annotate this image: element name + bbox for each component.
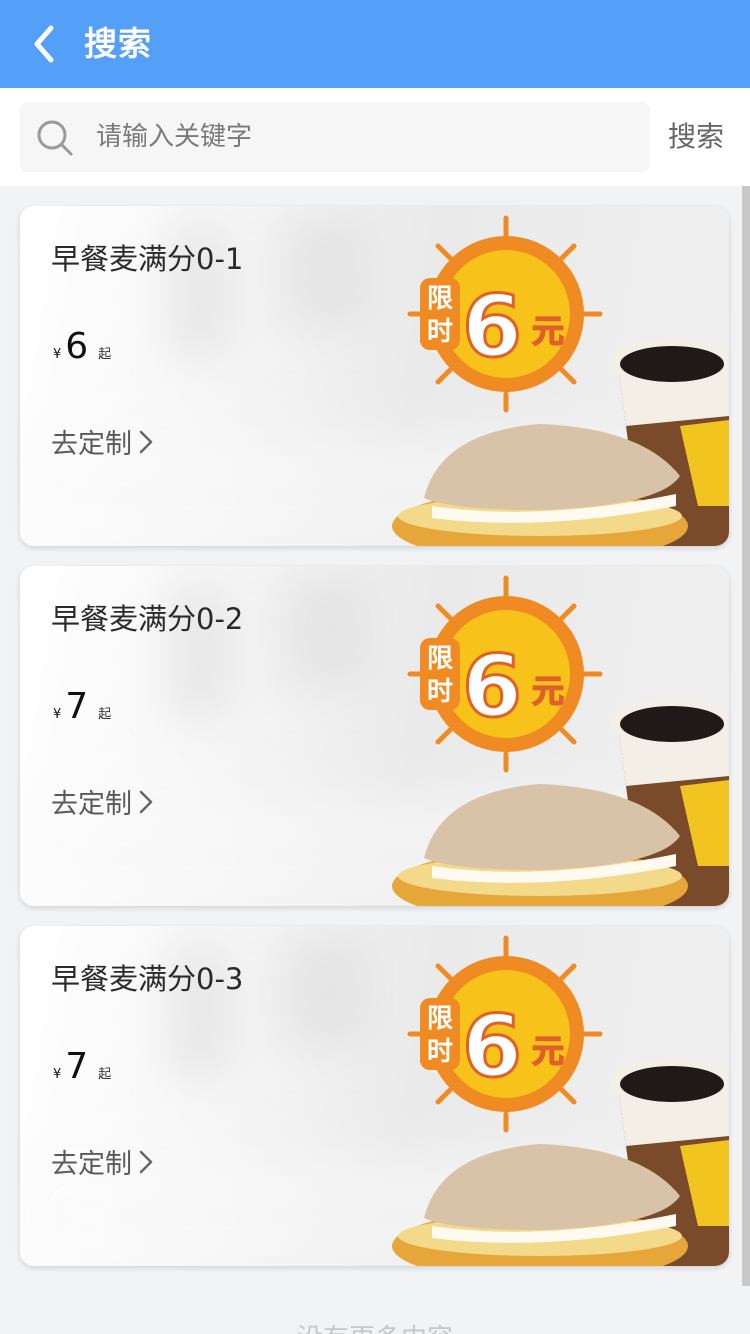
svg-text:元: 元 (532, 1032, 564, 1070)
price-suffix: 起 (98, 347, 112, 362)
search-input[interactable] (96, 102, 636, 172)
chevron-right-icon (139, 790, 153, 813)
search-page: 搜索 搜索 早餐麦满分0-1 ¥ (0, 0, 750, 1334)
back-button[interactable] (22, 22, 66, 66)
search-bar: 搜索 (0, 88, 750, 186)
product-price: ¥ 6 起 (53, 326, 111, 372)
chevron-left-icon (34, 25, 54, 63)
currency-symbol: ¥ (53, 1067, 62, 1082)
svg-text:限: 限 (427, 1004, 453, 1034)
product-price: ¥ 7 起 (53, 1046, 111, 1092)
search-button[interactable]: 搜索 (668, 112, 724, 162)
product-name: 早餐麦满分0-2 (51, 602, 244, 636)
svg-text:元: 元 (532, 672, 564, 710)
product-card[interactable]: 早餐麦满分0-1 ¥ 6 起 去定制 限 时 6 元 (20, 206, 729, 546)
svg-text:6: 6 (462, 277, 522, 377)
currency-symbol: ¥ (53, 707, 62, 722)
currency-symbol: ¥ (53, 347, 62, 362)
product-name: 早餐麦满分0-3 (51, 962, 244, 996)
customize-link[interactable]: 去定制 (51, 422, 154, 461)
svg-text:元: 元 (532, 312, 564, 350)
product-name: 早餐麦满分0-1 (51, 242, 244, 276)
breakfast-promo-image: 限 时 6 元 (392, 215, 729, 546)
svg-text:6: 6 (462, 997, 522, 1097)
breakfast-promo-image: 限 时 6 元 (392, 935, 729, 1266)
search-box[interactable] (20, 102, 650, 172)
svg-text:时: 时 (427, 1037, 453, 1067)
product-card[interactable]: 早餐麦满分0-2 ¥ 7 起 去定制 限 时 6 元 (20, 566, 729, 906)
promo-badge: 限 时 6 元 (407, 215, 603, 413)
customize-label: 去定制 (51, 1149, 132, 1180)
svg-text:6: 6 (462, 637, 522, 737)
price-suffix: 起 (98, 1067, 112, 1082)
customize-label: 去定制 (51, 789, 132, 820)
price-value: 6 (65, 326, 89, 367)
svg-text:时: 时 (427, 317, 453, 347)
price-value: 7 (65, 686, 89, 727)
chevron-right-icon (139, 1150, 153, 1173)
chevron-right-icon (139, 430, 153, 453)
scrollbar[interactable] (742, 186, 750, 1286)
price-value: 7 (65, 1046, 89, 1087)
promo-badge: 限 时 6 元 (407, 575, 603, 773)
promo-badge: 限 时 6 元 (407, 935, 603, 1133)
customize-label: 去定制 (51, 429, 132, 460)
product-card[interactable]: 早餐麦满分0-3 ¥ 7 起 去定制 限 时 6 元 (20, 926, 729, 1266)
search-icon (37, 120, 73, 156)
nav-bar: 搜索 (0, 0, 750, 88)
customize-link[interactable]: 去定制 (51, 782, 154, 821)
svg-text:限: 限 (427, 644, 453, 674)
price-suffix: 起 (98, 707, 112, 722)
page-title: 搜索 (84, 24, 152, 63)
svg-text:时: 时 (427, 677, 453, 707)
customize-link[interactable]: 去定制 (51, 1142, 154, 1181)
product-price: ¥ 7 起 (53, 686, 111, 732)
end-of-list-text: 没有更多内容 (0, 1318, 750, 1334)
svg-text:限: 限 (427, 284, 453, 314)
breakfast-promo-image: 限 时 6 元 (392, 575, 729, 906)
